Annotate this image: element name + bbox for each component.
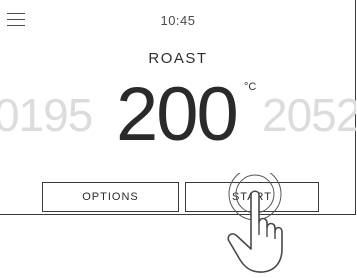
temperature-next-option[interactable]: 2052 — [262, 88, 356, 142]
clock-time: 10:45 — [160, 13, 196, 28]
tapping-hand-icon — [227, 173, 283, 273]
options-button[interactable]: OPTIONS — [42, 182, 179, 212]
temperature-unit: °C — [244, 81, 257, 93]
temperature-selected-value[interactable]: 200 — [116, 72, 239, 158]
cooking-mode-title: ROAST — [148, 50, 208, 67]
temperature-carousel[interactable]: 0195 200 °C 2052 — [0, 72, 356, 162]
temperature-previous-option[interactable]: 0195 — [0, 88, 93, 142]
